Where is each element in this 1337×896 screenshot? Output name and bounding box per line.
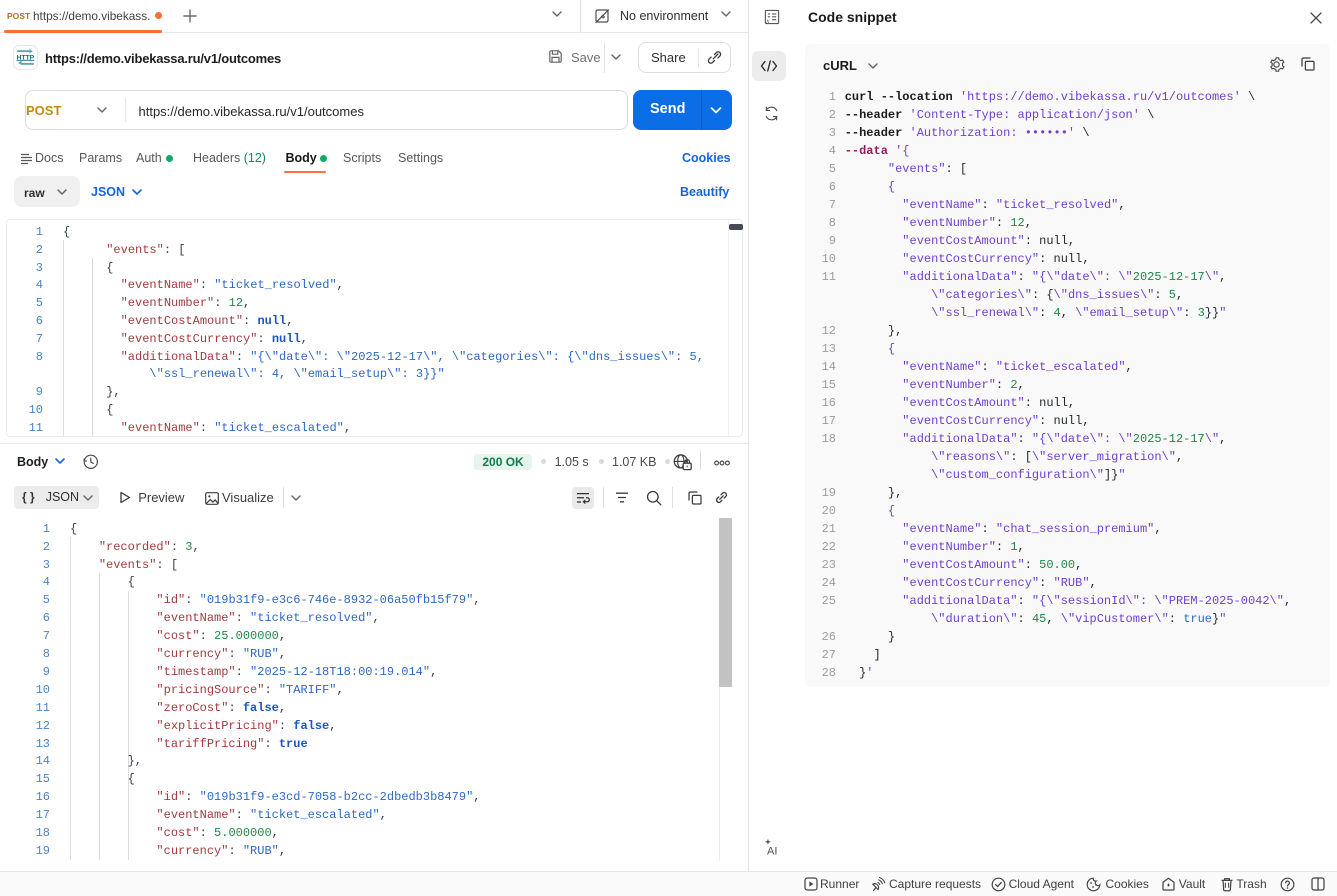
svg-text:AI: AI	[767, 846, 777, 858]
svg-text:x: x	[765, 16, 770, 25]
